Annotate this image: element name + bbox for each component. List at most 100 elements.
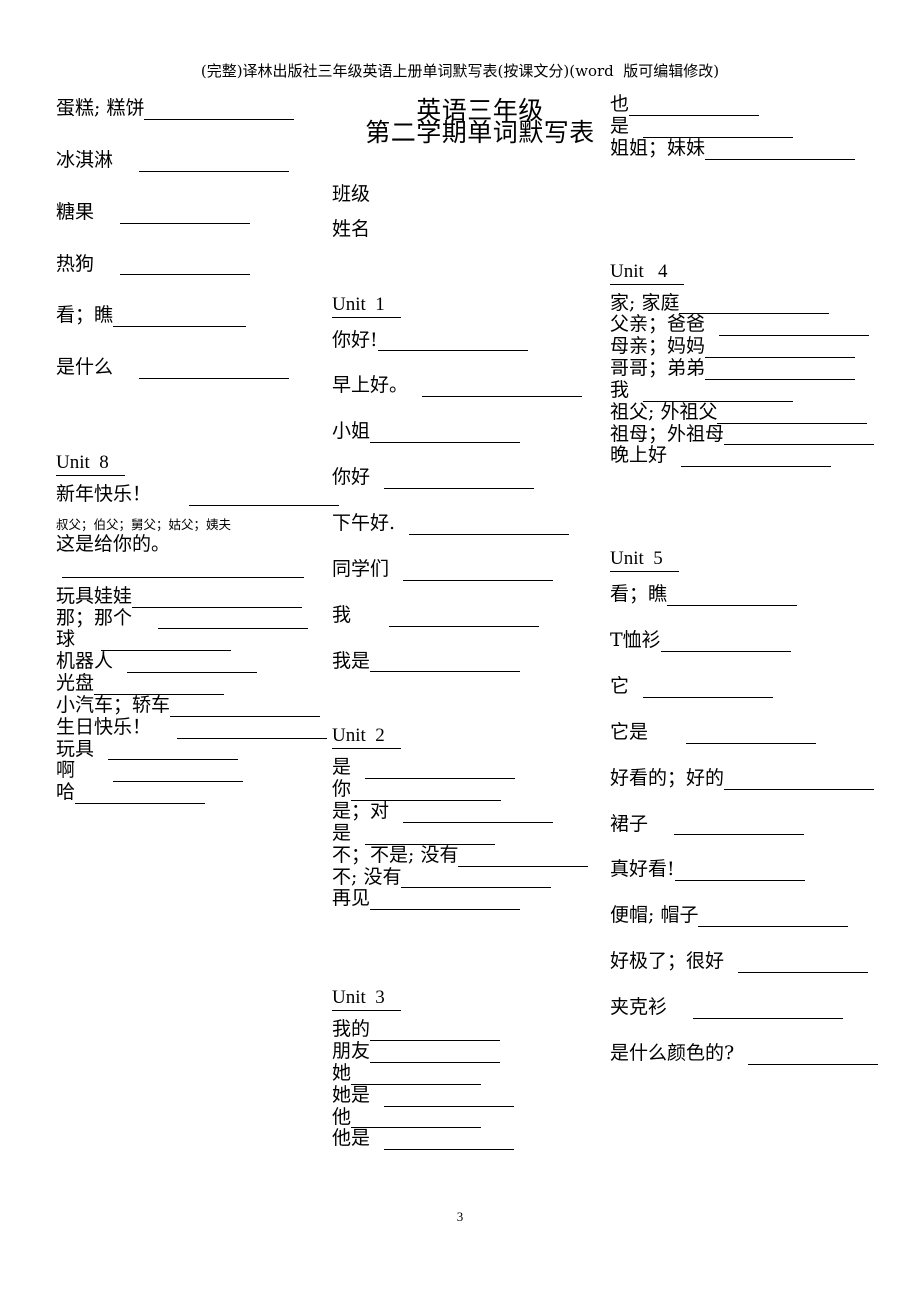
vocab-label: 我的 (332, 1018, 371, 1041)
vocab-label: 家; 家庭 (610, 291, 680, 314)
answer-blank[interactable] (705, 361, 856, 380)
vocab-label: 也 (610, 93, 630, 115)
vocab-label: 是；对 (332, 800, 390, 823)
vocab-label: 它 (610, 674, 630, 697)
answer-blank[interactable] (120, 256, 251, 276)
vocab-row: 祖父; 外祖父 (610, 401, 900, 424)
answer-blank[interactable] (365, 760, 516, 780)
answer-blank[interactable] (698, 908, 849, 928)
answer-blank[interactable] (94, 676, 225, 695)
answer-blank[interactable] (705, 140, 856, 160)
answer-blank[interactable] (101, 632, 232, 652)
answer-blank[interactable] (139, 360, 290, 380)
vocab-label: 看；瞧 (56, 304, 114, 327)
unit-heading-5: Unit 5 (610, 547, 900, 573)
vocab-label: 你好 (332, 466, 371, 489)
answer-blank[interactable] (724, 770, 875, 790)
answer-blank[interactable] (403, 562, 554, 581)
vocab-row: 哥哥；弟弟 (610, 357, 900, 380)
vocab-row: 它 (610, 674, 900, 698)
vocab-row: 姐姐；妹妹 (610, 137, 900, 160)
vocab-row: 也 (610, 93, 900, 116)
answer-blank[interactable] (384, 470, 535, 489)
vocab-row: 家; 家庭 (610, 291, 900, 315)
vocab-label: 哈 (56, 781, 76, 804)
answer-blank[interactable] (403, 804, 554, 823)
answer-blank[interactable] (409, 516, 570, 535)
answer-blank[interactable] (170, 698, 321, 717)
answer-blank[interactable] (660, 633, 791, 652)
answer-blank[interactable] (705, 339, 856, 359)
answer-blank[interactable] (422, 378, 583, 398)
answer-blank[interactable] (139, 153, 290, 172)
answer-blank[interactable] (370, 1022, 501, 1042)
answer-blank[interactable] (351, 1109, 482, 1129)
vocab-row: 是 (610, 115, 900, 138)
vocab-row: 父亲；爸爸 (610, 314, 900, 337)
answer-blank[interactable] (365, 826, 496, 845)
vocab-row: 生日快乐！ (56, 716, 328, 739)
answer-blank[interactable] (113, 308, 247, 328)
answer-blank[interactable] (370, 424, 521, 444)
vocab-row: 不; 没有 (332, 866, 602, 889)
answer-blank[interactable] (667, 587, 798, 607)
answer-blank[interactable] (717, 405, 868, 424)
answer-blank[interactable] (738, 954, 869, 973)
vocab-row: 朋友 (332, 1040, 602, 1063)
answer-blank[interactable] (370, 891, 521, 911)
answer-blank[interactable] (674, 862, 805, 882)
answer-blank[interactable] (189, 487, 340, 506)
vocab-row-small: 叔父；伯父；舅父；姑父；姨夫 (56, 514, 321, 533)
vocab-row: 夹克衫 (610, 996, 900, 1019)
answer-blank[interactable] (351, 782, 502, 802)
answer-blank[interactable] (108, 741, 239, 761)
page-number: 3 (456, 1209, 464, 1224)
vocab-label: 她 (332, 1061, 352, 1084)
vocab-row: 下午好. (332, 512, 602, 535)
vocab-row: 你 (332, 778, 602, 802)
answer-blank[interactable] (674, 816, 805, 836)
answer-blank[interactable] (693, 1000, 844, 1019)
answer-blank[interactable] (127, 654, 258, 674)
answer-blank[interactable] (643, 383, 794, 402)
vocab-row: 好极了；很好 (610, 950, 900, 973)
answer-blank[interactable] (686, 725, 817, 744)
vocab-row: 哈 (56, 781, 321, 805)
answer-blank[interactable] (748, 1046, 879, 1065)
vocab-label: 我是 (332, 649, 371, 672)
answer-blank[interactable] (643, 679, 774, 698)
answer-blank[interactable] (719, 317, 870, 337)
answer-blank[interactable] (643, 119, 794, 138)
vocab-label: 同学们 (332, 557, 390, 580)
vocab-label: 啊 (56, 759, 76, 782)
answer-blank[interactable] (132, 589, 303, 608)
vocab-row: T恤衫 (610, 629, 900, 652)
vocab-label: 小汽车；轿车 (56, 693, 171, 716)
vocab-label: 好看的；好的 (610, 766, 725, 789)
page-title: 英语三年级 第二学期单词默写表 (330, 98, 630, 145)
vocab-row: 光盘 (56, 672, 321, 695)
answer-blank[interactable] (458, 848, 589, 867)
answer-blank[interactable] (158, 610, 309, 630)
answer-blank[interactable] (389, 607, 540, 627)
answer-blank[interactable] (177, 720, 328, 739)
answer-blank[interactable] (629, 97, 760, 116)
vocab-row: 热狗 (56, 253, 321, 276)
answer-blank[interactable] (75, 785, 206, 805)
answer-blank[interactable] (679, 295, 830, 315)
answer-blank[interactable] (113, 763, 244, 783)
answer-blank[interactable] (384, 1088, 515, 1107)
answer-blank[interactable] (120, 204, 251, 224)
answer-blank[interactable] (377, 332, 528, 352)
answer-blank[interactable] (724, 426, 875, 446)
vocab-row: 玩具娃娃 (56, 585, 321, 608)
answer-blank[interactable] (370, 1044, 501, 1063)
vocab-label: 好极了；很好 (610, 950, 725, 973)
vocab-row: 母亲；妈妈 (610, 335, 900, 359)
answer-blank[interactable] (681, 448, 832, 468)
answer-blank[interactable] (351, 1066, 482, 1085)
answer-blank[interactable] (384, 1131, 515, 1151)
answer-blank[interactable] (144, 101, 295, 120)
answer-blank[interactable] (370, 653, 521, 673)
answer-blank[interactable] (401, 869, 552, 889)
